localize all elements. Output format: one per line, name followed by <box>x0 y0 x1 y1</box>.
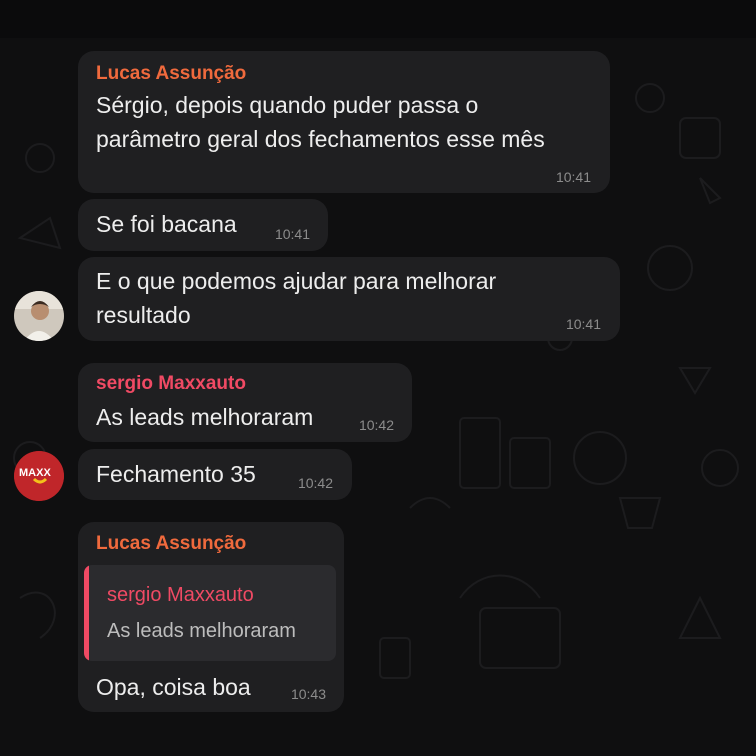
message-time: 10:41 <box>555 169 591 185</box>
message-bubble[interactable]: Se foi bacana 10:41 <box>78 199 328 251</box>
message-bubble[interactable]: sergio Maxxauto As leads melhoraram 10:4… <box>78 363 412 442</box>
message-time: 10:42 <box>297 475 333 491</box>
message-bubble[interactable]: Lucas Assunção sergio Maxxauto As leads … <box>78 522 344 712</box>
message-bubble[interactable]: Lucas Assunção Sérgio, depois quando pud… <box>78 51 610 193</box>
reply-accent-bar <box>84 565 89 661</box>
user-photo-avatar[interactable] <box>14 291 64 341</box>
message-time: 10:42 <box>358 417 394 433</box>
message-text: Fechamento 35 <box>96 461 256 487</box>
message-text: parâmetro geral dos fechamentos esse mês <box>96 126 545 152</box>
message-text: resultado <box>96 302 191 328</box>
avatar-logo-text: MAXX <box>19 467 51 479</box>
message-text: Opa, coisa boa <box>96 674 251 700</box>
reply-quote[interactable]: sergio Maxxauto As leads melhoraram <box>84 565 336 661</box>
sender-name[interactable]: Lucas Assunção <box>96 63 246 85</box>
user-photo-icon <box>14 291 64 341</box>
sender-name[interactable]: Lucas Assunção <box>96 533 246 555</box>
message-bubble[interactable]: E o que podemos ajudar para melhorar res… <box>78 257 620 341</box>
sender-name[interactable]: sergio Maxxauto <box>96 373 246 395</box>
maxx-logo-icon: MAXX <box>14 451 64 501</box>
message-text: E o que podemos ajudar para melhorar <box>96 268 497 294</box>
maxx-logo-avatar[interactable]: MAXX <box>14 451 64 501</box>
message-time: 10:43 <box>290 686 326 702</box>
message-bubble[interactable]: Fechamento 35 10:42 <box>78 449 352 500</box>
reply-sender-name: sergio Maxxauto <box>107 584 254 606</box>
reply-text: As leads melhoraram <box>107 620 296 642</box>
message-time: 10:41 <box>565 316 601 332</box>
message-time: 10:41 <box>274 226 310 242</box>
message-text: Sérgio, depois quando puder passa o <box>96 92 479 118</box>
message-text: As leads melhoraram <box>96 404 314 430</box>
message-text: Se foi bacana <box>96 211 237 237</box>
